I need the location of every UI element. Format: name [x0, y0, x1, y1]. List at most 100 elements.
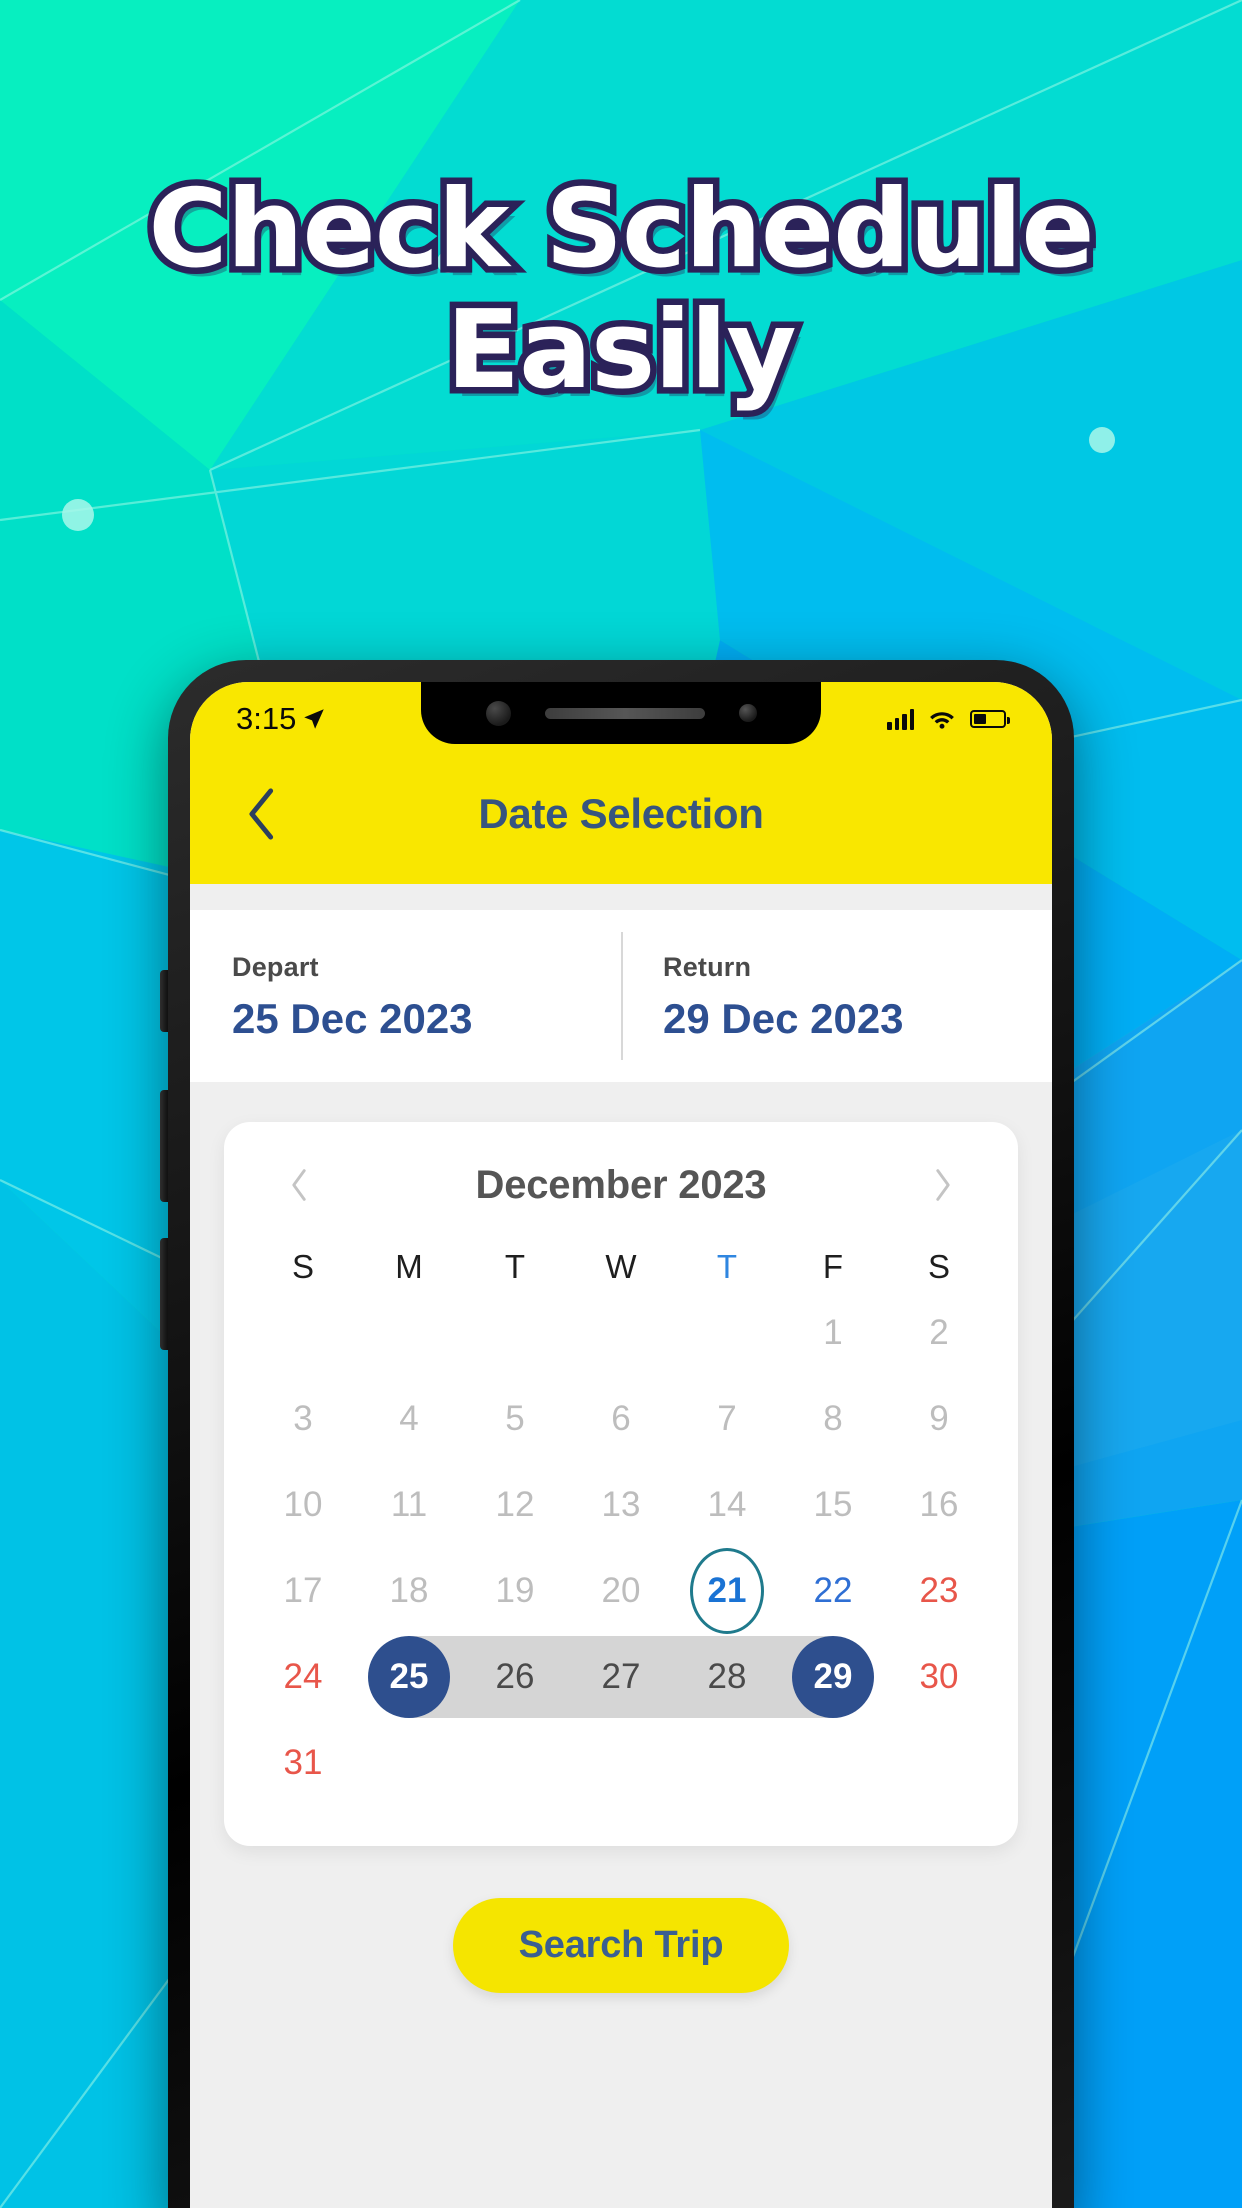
calendar-day-15[interactable]: 15 [780, 1462, 886, 1548]
calendar-day-label: 4 [399, 1399, 419, 1438]
calendar-day-6[interactable]: 6 [568, 1376, 674, 1462]
calendar-day-10[interactable]: 10 [250, 1462, 356, 1548]
chevron-left-icon [249, 788, 274, 840]
calendar-day-9[interactable]: 9 [886, 1376, 992, 1462]
calendar-day-5[interactable]: 5 [462, 1376, 568, 1462]
calendar-day-22[interactable]: 22 [780, 1548, 886, 1634]
depart-date-cell[interactable]: Depart 25 Dec 2023 [190, 910, 621, 1082]
calendar-day-29[interactable]: 29 [780, 1634, 886, 1720]
calendar-day-empty [886, 1720, 992, 1806]
calendar-day-empty [462, 1720, 568, 1806]
calendar-day-label: 20 [601, 1571, 641, 1610]
calendar-day-2[interactable]: 2 [886, 1290, 992, 1376]
calendar-prev-month-button[interactable] [276, 1162, 322, 1208]
calendar-weekday-1: M [395, 1248, 423, 1285]
calendar-week-row: 17 18 19 20 21 22 23 [250, 1548, 992, 1634]
calendar-day-30[interactable]: 30 [886, 1634, 992, 1720]
status-bar-time-group: 3:15 [236, 701, 327, 737]
phone-screen: 3:15 Date Selection Depart 25 Dec 2023 R… [190, 682, 1052, 2208]
calendar-day-7[interactable]: 7 [674, 1376, 780, 1462]
calendar-day-25[interactable]: 25 [356, 1634, 462, 1720]
calendar-day-label: 8 [823, 1399, 843, 1438]
cellular-signal-icon [887, 708, 914, 730]
calendar-day-1[interactable]: 1 [780, 1290, 886, 1376]
calendar-day-label: 24 [283, 1657, 323, 1696]
calendar-week-row: 31 [250, 1720, 992, 1806]
calendar-day-label: 9 [929, 1399, 949, 1438]
calendar-day-21[interactable]: 21 [674, 1548, 780, 1634]
calendar-day-17[interactable]: 17 [250, 1548, 356, 1634]
status-bar-icons [887, 708, 1010, 730]
calendar-weekday-5: F [822, 1248, 844, 1285]
calendar-weekday-6: S [927, 1248, 950, 1285]
calendar-day-23[interactable]: 23 [886, 1548, 992, 1634]
wifi-icon [930, 712, 954, 729]
calendar-weekday-3: W [605, 1248, 637, 1285]
calendar-day-20[interactable]: 20 [568, 1548, 674, 1634]
calendar-day-27[interactable]: 27 [568, 1634, 674, 1720]
calendar-day-label: 27 [601, 1657, 641, 1696]
calendar-month-title: December 2023 [475, 1162, 767, 1207]
calendar-day-label: 26 [495, 1657, 535, 1696]
calendar-day-12[interactable]: 12 [462, 1462, 568, 1548]
back-button[interactable] [232, 784, 292, 844]
calendar-day-empty [674, 1290, 780, 1376]
return-label: Return [663, 952, 752, 982]
calendar-card: December 2023 SMTWTFS 1 2 3 4 5 6 7 8 9 10 11 12 13 1… [224, 1122, 1018, 1846]
calendar-day-label: 2 [929, 1313, 949, 1352]
calendar-week-row: 12 [250, 1290, 992, 1376]
calendar-day-label: 25 [389, 1657, 429, 1696]
page-title: Date Selection [478, 790, 764, 837]
calendar-day-label: 31 [283, 1743, 323, 1782]
calendar-day-14[interactable]: 14 [674, 1462, 780, 1548]
trip-dates-row: Depart 25 Dec 2023 Return 29 Dec 2023 [190, 910, 1052, 1082]
calendar-day-label: 19 [495, 1571, 535, 1610]
calendar-weeks: 1 2 3 4 5 6 7 8 9 10 11 12 13 14 15 16 17 18 19 20 21 22 23 24 2… [250, 1290, 992, 1806]
calendar-day-empty [674, 1720, 780, 1806]
front-camera-icon [485, 700, 511, 726]
calendar-day-label: 30 [919, 1657, 959, 1696]
app-body: Depart 25 Dec 2023 Return 29 Dec 2023 De… [190, 910, 1052, 2208]
calendar-weekday-header: SMTWTFS [250, 1242, 992, 1290]
earpiece-speaker [544, 707, 705, 719]
return-date-cell[interactable]: Return 29 Dec 2023 [621, 910, 1052, 1082]
calendar-day-28[interactable]: 28 [674, 1634, 780, 1720]
proximity-sensor-icon [738, 704, 757, 722]
calendar-day-label: 10 [283, 1485, 323, 1524]
calendar-next-month-button[interactable] [920, 1162, 966, 1208]
calendar-weekday-0: S [291, 1248, 314, 1285]
calendar-day-19[interactable]: 19 [462, 1548, 568, 1634]
calendar-day-label: 18 [389, 1571, 429, 1610]
calendar-day-8[interactable]: 8 [780, 1376, 886, 1462]
calendar-header: December 2023 [250, 1156, 992, 1208]
calendar-day-26[interactable]: 26 [462, 1634, 568, 1720]
calendar-day-label: 29 [813, 1657, 853, 1696]
phone-notch [421, 682, 821, 744]
search-trip-row: Search Trip [190, 1898, 1052, 1993]
calendar-day-empty [568, 1290, 674, 1376]
calendar-day-24[interactable]: 24 [250, 1634, 356, 1720]
battery-icon [970, 710, 1010, 728]
calendar-day-3[interactable]: 3 [250, 1376, 356, 1462]
calendar-day-label: 7 [717, 1399, 737, 1438]
return-value: 29 Dec 2023 [663, 995, 904, 1042]
calendar-day-label: 5 [505, 1399, 525, 1438]
calendar-day-4[interactable]: 4 [356, 1376, 462, 1462]
depart-label: Depart [232, 952, 319, 982]
calendar-day-11[interactable]: 11 [356, 1462, 462, 1548]
battery-fill [974, 714, 986, 724]
calendar-day-label: 21 [707, 1571, 747, 1610]
calendar-day-18[interactable]: 18 [356, 1548, 462, 1634]
calendar-day-label: 22 [813, 1571, 853, 1610]
calendar-day-label: 16 [919, 1485, 959, 1524]
calendar-day-empty [780, 1720, 886, 1806]
calendar-week-row: 10 11 12 13 14 15 16 [250, 1462, 992, 1548]
calendar-day-label: 12 [495, 1485, 535, 1524]
calendar-day-empty [250, 1290, 356, 1376]
calendar-day-31[interactable]: 31 [250, 1720, 356, 1806]
calendar-day-16[interactable]: 16 [886, 1462, 992, 1548]
chevron-left-icon [292, 1169, 306, 1201]
calendar-day-13[interactable]: 13 [568, 1462, 674, 1548]
calendar-week-row: 3 4 5 6 7 8 9 [250, 1376, 992, 1462]
search-trip-button[interactable]: Search Trip [452, 1898, 790, 1993]
